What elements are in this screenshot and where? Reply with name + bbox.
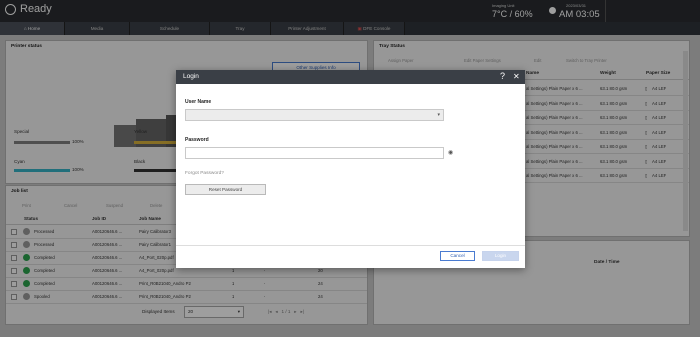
help-icon[interactable]: ?	[500, 71, 505, 81]
dialog-footer-divider	[176, 245, 525, 246]
login-dialog-header: Login ? ✕	[176, 70, 525, 84]
login-button[interactable]: Login	[482, 251, 519, 261]
username-select[interactable]: ▾	[185, 109, 444, 121]
cancel-button[interactable]: Cancel	[440, 251, 475, 261]
password-field[interactable]	[185, 147, 444, 159]
username-label: User Name	[185, 99, 212, 105]
password-label: Password	[185, 137, 209, 143]
forgot-password-link[interactable]: Forgot Password?	[185, 171, 224, 176]
login-dialog: Login ? ✕ User Name ▾ Password ◉ Forgot …	[176, 70, 525, 268]
close-icon[interactable]: ✕	[513, 72, 520, 81]
chevron-down-icon: ▾	[437, 112, 440, 118]
show-password-icon[interactable]: ◉	[448, 149, 453, 156]
login-title: Login	[183, 73, 199, 80]
reset-password-button[interactable]: Reset Password	[185, 184, 266, 195]
